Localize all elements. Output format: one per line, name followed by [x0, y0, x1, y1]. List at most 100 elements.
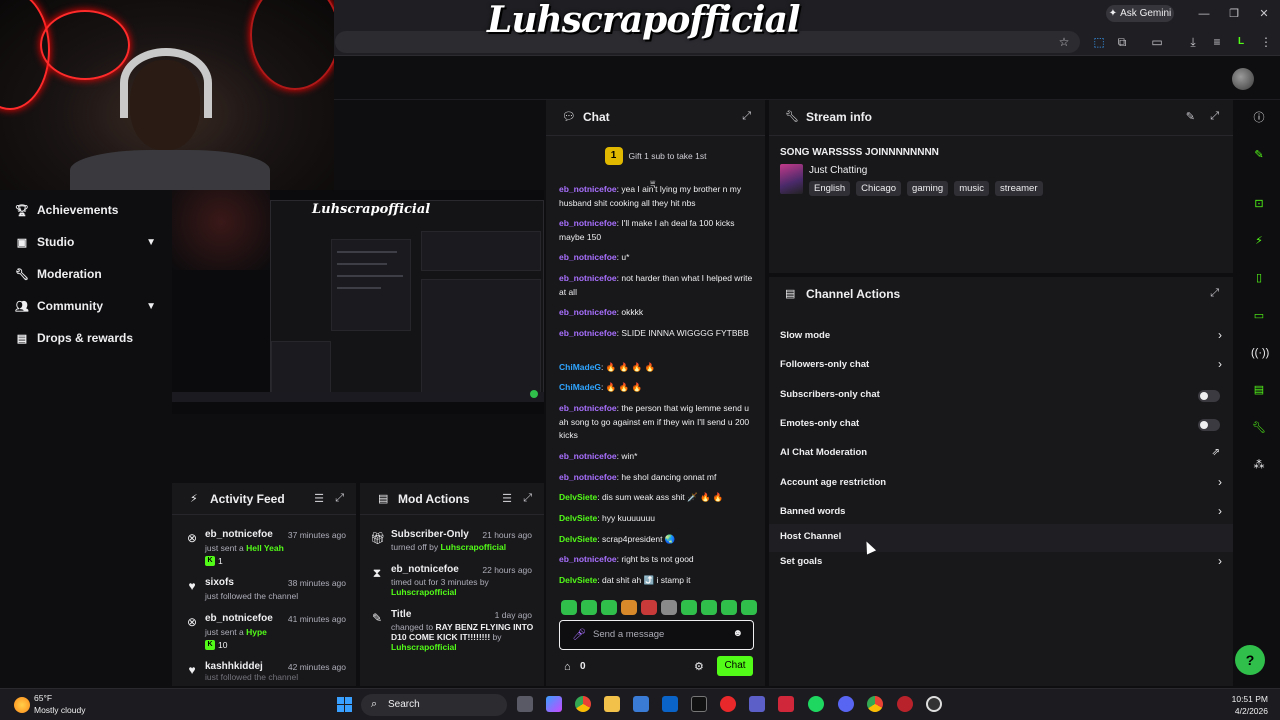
broadcast-icon[interactable]: ((·))	[1251, 345, 1269, 361]
mod-action-by[interactable]: Luhscrapofficial	[391, 642, 457, 652]
bookmark-star-icon[interactable]: ☆	[1055, 34, 1073, 50]
taskbar-search[interactable]: ⌕ Search	[361, 694, 507, 716]
obs-icon[interactable]	[926, 696, 942, 712]
emote-button[interactable]	[601, 600, 617, 615]
filter-icon[interactable]: ☰	[502, 492, 512, 505]
emote-button[interactable]	[641, 600, 657, 615]
followers-only-row[interactable]: Followers-only chat ›	[769, 352, 1233, 380]
gift-sub-banner[interactable]: 1 Gift 1 sub to take 1st	[546, 144, 765, 168]
gear-icon[interactable]: ⚙	[694, 660, 704, 673]
store-app-icon[interactable]	[633, 696, 649, 712]
sidebar-item-moderation[interactable]: 🔧︎ Moderation	[0, 258, 172, 290]
close-button[interactable]: ✕	[1254, 6, 1274, 22]
send-chat-button[interactable]: Chat	[717, 656, 753, 676]
outlook-icon[interactable]	[662, 696, 678, 712]
bolt-icon[interactable]: ⚡︎	[1251, 233, 1267, 249]
chat-username[interactable]: eb_notnicefoe	[559, 252, 617, 262]
maximize-button[interactable]: ❐	[1224, 6, 1244, 22]
set-goals-row[interactable]: Set goals ›	[769, 549, 1233, 577]
sidebar-item-community[interactable]: 👥︎ Community ▼	[0, 290, 172, 322]
sidebar-item-drops[interactable]: ▤ Drops & rewards	[0, 322, 172, 354]
banned-words-row[interactable]: Banned words ›	[769, 499, 1233, 527]
host-channel-row[interactable]: Host Channel	[769, 524, 1233, 552]
emote-button[interactable]	[561, 600, 577, 615]
windows-start-icon[interactable]	[337, 697, 353, 713]
chat-username[interactable]: eb_notnicefoe	[559, 328, 617, 338]
reading-list-icon[interactable]: ≡	[1208, 34, 1226, 50]
adobe-icon[interactable]	[778, 696, 794, 712]
store-icon[interactable]: ⌂	[564, 661, 571, 673]
ai-moderation-row[interactable]: AI Chat Moderation ⇗	[769, 440, 1233, 468]
subscribers-only-toggle[interactable]	[1198, 390, 1220, 402]
chat-username[interactable]: DelvSiete	[559, 492, 597, 502]
menu-dots-icon[interactable]: ⋮	[1257, 34, 1275, 50]
teams-icon[interactable]	[749, 696, 765, 712]
emote-button[interactable]	[701, 600, 717, 615]
emote-button[interactable]	[621, 600, 637, 615]
popout-icon[interactable]: ⤢	[335, 492, 344, 505]
chat-username[interactable]: eb_notnicefoe	[559, 554, 617, 564]
minimize-button[interactable]: —	[1194, 6, 1214, 22]
doc-icon[interactable]: ▯	[1251, 270, 1267, 286]
activity-username[interactable]: eb_notnicefoe	[205, 529, 273, 540]
extensions-icon[interactable]: ⧉	[1113, 34, 1131, 50]
extension-badge-icon[interactable]: ⬚	[1090, 34, 1108, 50]
microphone-icon[interactable]: 🎤︎	[572, 628, 586, 641]
popout-icon[interactable]: ⤢	[1210, 110, 1219, 123]
filter-icon[interactable]: ☰	[314, 492, 324, 505]
popout-icon[interactable]: ⤢	[523, 492, 532, 505]
activity-username[interactable]: eb_notnicefoe	[205, 613, 273, 624]
edit-icon[interactable]: ✎	[1186, 110, 1195, 123]
ask-gemini-button[interactable]: ✦ Ask Gemini	[1106, 5, 1174, 22]
chat-username[interactable]: eb_notnicefoe	[559, 273, 617, 283]
emote-button[interactable]	[681, 600, 697, 615]
user-avatar[interactable]	[1232, 68, 1254, 90]
emote-button[interactable]	[741, 600, 757, 615]
info-icon[interactable]: ⓘ	[1251, 110, 1267, 126]
chat-username[interactable]: eb_notnicefoe	[559, 451, 617, 461]
capcut-icon[interactable]	[691, 696, 707, 712]
system-clock[interactable]: 10:51 PM 4/2/2026	[1232, 693, 1268, 717]
profile-icon[interactable]: L	[1232, 34, 1250, 50]
chat-bubble-icon[interactable]: ▭	[1251, 308, 1267, 324]
sidebar-item-studio[interactable]: ▣ Studio ▼	[0, 226, 172, 258]
copilot-icon[interactable]	[546, 696, 562, 712]
chat-username[interactable]: eb_notnicefoe	[559, 403, 617, 413]
chat-username[interactable]: eb_notnicefoe	[559, 184, 617, 194]
log-icon[interactable]: ▤	[1251, 382, 1267, 398]
stream-preview[interactable]: Luhscrapofficial	[172, 190, 544, 414]
emote-button[interactable]	[581, 600, 597, 615]
mod-action-title[interactable]: eb_notnicefoe	[391, 564, 459, 575]
chat-username[interactable]: DelvSiete	[559, 575, 597, 585]
nodes-icon[interactable]: ⁂	[1251, 457, 1267, 473]
chat-username[interactable]: ChiMadeG	[559, 362, 601, 372]
chrome-icon[interactable]	[867, 696, 883, 712]
chat-username[interactable]: DelvSiete	[559, 513, 597, 523]
activity-username[interactable]: sixofs	[205, 577, 234, 588]
file-explorer-icon[interactable]	[604, 696, 620, 712]
sidebar-item-achievements[interactable]: 🏆︎ Achievements	[0, 194, 172, 226]
app-icon[interactable]	[720, 696, 736, 712]
pencil-icon[interactable]: ✎	[1251, 147, 1267, 163]
spotify-icon[interactable]	[808, 696, 824, 712]
popout-icon[interactable]: ⤢	[742, 110, 751, 123]
popout-icon[interactable]: ⤢	[1210, 287, 1219, 300]
emote-button[interactable]	[721, 600, 737, 615]
account-age-row[interactable]: Account age restriction ›	[769, 470, 1233, 498]
chat-username[interactable]: ChiMadeG	[559, 382, 601, 392]
emoji-icon[interactable]: ☻	[732, 628, 743, 639]
capture-icon[interactable]: ⊡	[1251, 196, 1267, 212]
wrench-icon[interactable]: 🔧︎	[1251, 420, 1267, 436]
emotes-only-toggle[interactable]	[1198, 419, 1220, 431]
chat-username[interactable]: eb_notnicefoe	[559, 472, 617, 482]
weather-widget[interactable]: 65°F Mostly cloudy	[10, 693, 120, 717]
slow-mode-row[interactable]: Slow mode ›	[769, 323, 1233, 351]
app-icon[interactable]	[897, 696, 913, 712]
help-button[interactable]: ?	[1235, 645, 1265, 675]
emote-button[interactable]	[661, 600, 677, 615]
chat-username[interactable]: eb_notnicefoe	[559, 307, 617, 317]
chat-username[interactable]: DelvSiete	[559, 534, 597, 544]
chat-input[interactable]: 🎤︎ Send a message ☻	[559, 620, 754, 650]
task-view-icon[interactable]	[517, 696, 533, 712]
activity-username[interactable]: kashhkiddej	[205, 661, 263, 672]
